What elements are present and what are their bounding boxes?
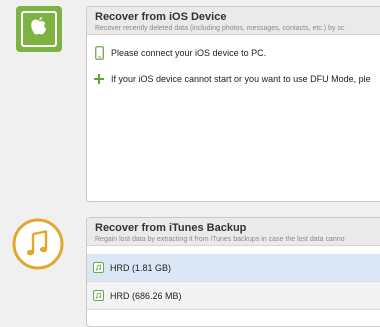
dfu-mode-text: If your iOS device cannot start or you w…: [111, 74, 371, 84]
backup-item[interactable]: HRD (686.26 MB): [87, 282, 380, 310]
backup-item[interactable]: HRD (1.81 GB): [87, 254, 380, 282]
itunes-recovery-panel[interactable]: Recover from iTunes Backup Regain lost d…: [86, 217, 380, 327]
itunes-panel-header: Recover from iTunes Backup Regain lost d…: [87, 218, 380, 246]
ios-panel-subtitle: Recover recently deleted data (including…: [95, 25, 345, 32]
apple-tablet-icon[interactable]: [16, 6, 62, 52]
backup-label: HRD (686.26 MB): [110, 290, 182, 301]
music-note-icon[interactable]: [12, 218, 64, 270]
ios-recovery-panel[interactable]: Recover from iOS Device Recover recently…: [86, 6, 380, 202]
itunes-panel-subtitle: Regain lost data by extracting it from i…: [95, 236, 345, 243]
backup-list: HRD (1.81 GB) HRD (686.26 MB): [87, 254, 380, 310]
dfu-mode-message[interactable]: If your iOS device cannot start or you w…: [93, 72, 371, 86]
plus-icon[interactable]: [93, 72, 105, 86]
ios-panel-header: Recover from iOS Device Recover recently…: [87, 7, 380, 35]
ios-panel-title: Recover from iOS Device: [95, 11, 227, 23]
backup-label: HRD (1.81 GB): [110, 262, 172, 273]
connect-device-text: Please connect your iOS device to PC.: [111, 48, 267, 58]
phone-outline-icon: [93, 46, 105, 60]
itunes-panel-title: Recover from iTunes Backup: [95, 222, 247, 234]
music-note-icon: [93, 262, 104, 273]
music-note-icon: [93, 290, 104, 301]
connect-device-message: Please connect your iOS device to PC.: [93, 46, 266, 60]
